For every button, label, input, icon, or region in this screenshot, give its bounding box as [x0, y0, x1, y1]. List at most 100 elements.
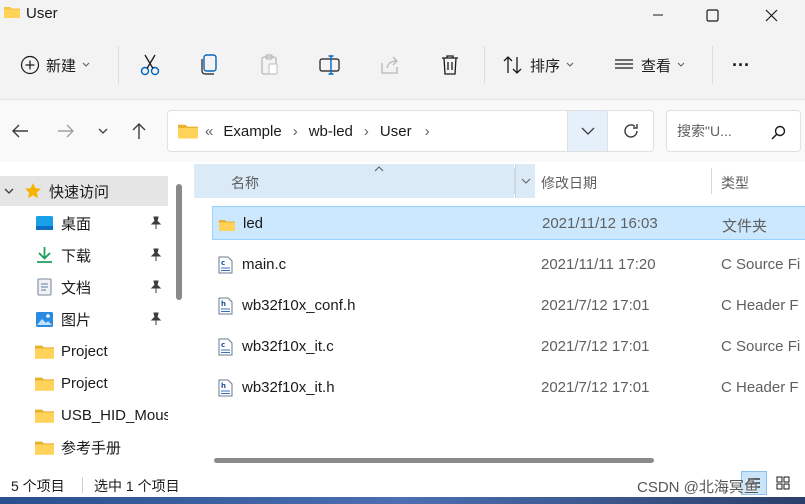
folder-icon: [4, 7, 20, 18]
desktop-icon: [36, 216, 53, 230]
file-row-wb32f10x-it-c[interactable]: c wb32f10x_it.c 2021/7/12 17:01 C Source…: [212, 330, 805, 364]
c-header-file-icon: h: [218, 379, 233, 397]
folder-icon: [219, 220, 235, 231]
address-row: « Example › wb-led › User › 搜索"U...: [0, 100, 805, 162]
nav-item-usb-hid-mouse[interactable]: USB_HID_Mous: [0, 400, 168, 430]
delete-button[interactable]: [439, 42, 461, 88]
breadcrumb-separator[interactable]: ›: [425, 123, 430, 140]
separator: [712, 46, 713, 84]
sort-button[interactable]: 排序: [502, 42, 574, 88]
watermark: CSDN @北海冥鱼: [637, 479, 759, 496]
column-header-row: 名称 修改日期 类型: [194, 164, 805, 198]
maximize-button[interactable]: [683, 0, 741, 30]
view-list-icon: [615, 59, 633, 69]
nav-item-label: 文档: [61, 279, 92, 297]
minimize-icon: [653, 14, 663, 16]
close-button[interactable]: [742, 0, 800, 30]
rename-icon: [319, 55, 340, 75]
file-row-led[interactable]: led 2021/11/12 16:03 文件夹: [212, 206, 805, 240]
close-icon: [765, 9, 777, 21]
plus-circle-icon: [20, 55, 40, 75]
refresh-button[interactable]: [608, 110, 654, 152]
tiles-view-button[interactable]: [770, 471, 796, 495]
file-name: wb32f10x_it.c: [242, 338, 334, 355]
folder-icon: [35, 409, 54, 423]
breadcrumb-separator[interactable]: ›: [293, 123, 298, 140]
navigation-pane: 快速访问 桌面 下载 文档 图片 Project Project USB_HID…: [0, 162, 186, 467]
address-bar[interactable]: « Example › wb-led › User ›: [167, 110, 568, 152]
breadcrumb-separator[interactable]: ›: [364, 123, 369, 140]
share-button[interactable]: [379, 42, 401, 88]
nav-item-pictures[interactable]: 图片: [0, 304, 168, 334]
copy-button[interactable]: [199, 42, 221, 88]
chevron-down-icon: [82, 62, 90, 67]
address-history-button[interactable]: [567, 110, 608, 152]
svg-text:c: c: [221, 259, 225, 267]
pin-icon: [150, 248, 162, 261]
new-label: 新建: [46, 57, 77, 75]
nav-item-desktop[interactable]: 桌面: [0, 208, 168, 238]
star-icon: [25, 183, 41, 199]
nav-item-project[interactable]: Project: [0, 336, 168, 366]
file-row-main-c[interactable]: c main.c 2021/11/11 17:20 C Source Fi: [212, 248, 805, 282]
file-type: C Header F: [721, 379, 799, 396]
rename-button[interactable]: [318, 42, 342, 88]
file-row-wb32f10x-it-h[interactable]: h wb32f10x_it.h 2021/7/12 17:01 C Header…: [212, 371, 805, 405]
nav-item-project[interactable]: Project: [0, 368, 168, 398]
arrow-right-icon: [58, 124, 74, 138]
file-type: C Source Fi: [721, 256, 801, 273]
breadcrumb-user[interactable]: User: [380, 123, 412, 140]
back-button[interactable]: [9, 120, 31, 142]
file-date: 2021/7/12 17:01: [541, 379, 650, 396]
breadcrumb-example[interactable]: Example: [223, 123, 281, 140]
file-type: 文件夹: [722, 218, 768, 235]
file-row-wb32f10x-conf-h[interactable]: h wb32f10x_conf.h 2021/7/12 17:01 C Head…: [212, 289, 805, 323]
chevron-down-icon: [677, 62, 685, 67]
pin-icon: [150, 216, 162, 229]
column-header-date[interactable]: 修改日期: [541, 173, 597, 193]
copy-icon: [201, 54, 217, 75]
refresh-icon: [623, 124, 638, 138]
more-options-button[interactable]: ···: [732, 42, 750, 88]
chevron-down-icon: [581, 127, 594, 135]
nav-item-documents[interactable]: 文档: [0, 272, 168, 302]
search-input[interactable]: 搜索"U...: [666, 110, 801, 152]
nav-scrollbar[interactable]: [176, 184, 182, 300]
file-name: wb32f10x_it.h: [242, 379, 335, 396]
view-label: 查看: [641, 57, 672, 75]
chevron-down-icon: [4, 188, 14, 194]
new-button[interactable]: 新建: [20, 42, 90, 88]
separator: [118, 46, 119, 84]
pictures-icon: [36, 311, 53, 327]
horizontal-scrollbar[interactable]: [214, 458, 654, 463]
recent-locations-button[interactable]: [92, 120, 114, 142]
file-type: C Source Fi: [721, 338, 801, 355]
nav-item-label: Project: [61, 374, 108, 392]
column-header-name[interactable]: 名称: [194, 164, 528, 198]
c-header-file-icon: h: [218, 297, 233, 315]
sort-label: 排序: [530, 57, 561, 75]
forward-button[interactable]: [55, 120, 77, 142]
column-filter-button[interactable]: [515, 164, 535, 198]
nav-quick-access[interactable]: 快速访问: [0, 176, 168, 206]
chevron-down-icon: [566, 62, 574, 67]
cut-button[interactable]: [139, 42, 161, 88]
minimize-button[interactable]: [629, 0, 687, 30]
paste-button[interactable]: [259, 42, 281, 88]
download-icon: [37, 247, 52, 263]
breadcrumb-wb-led[interactable]: wb-led: [309, 123, 353, 140]
up-button[interactable]: [128, 120, 150, 142]
chevron-down-icon: [98, 128, 108, 134]
column-header-type[interactable]: 类型: [721, 173, 749, 193]
nav-item-label: 下载: [61, 247, 92, 265]
nav-item-downloads[interactable]: 下载: [0, 240, 168, 270]
view-button[interactable]: 查看: [613, 42, 685, 88]
folder-icon: [178, 124, 198, 139]
nav-item-reference-manual[interactable]: 参考手册: [0, 432, 168, 462]
paste-icon: [261, 54, 278, 75]
separator: [484, 46, 485, 84]
c-source-file-icon: c: [218, 256, 233, 274]
overflow-chevron[interactable]: «: [205, 123, 213, 140]
column-divider[interactable]: [711, 168, 712, 194]
chevron-down-icon: [521, 178, 531, 184]
